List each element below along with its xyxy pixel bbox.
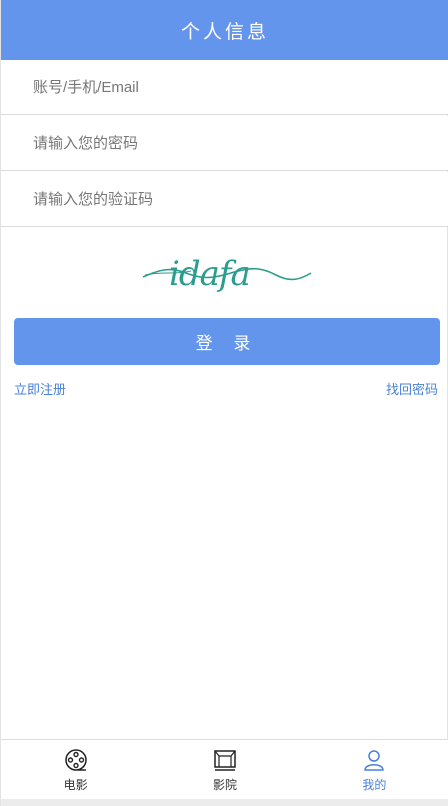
- tab-mine-label: 我的: [362, 778, 387, 792]
- tab-cinemas[interactable]: 影院: [150, 740, 299, 799]
- account-field-row: [1, 60, 448, 115]
- register-link[interactable]: 立即注册: [14, 379, 66, 398]
- password-field-row: [1, 116, 448, 171]
- tab-movies[interactable]: 电影: [1, 740, 150, 799]
- password-input[interactable]: [1, 116, 448, 170]
- account-input[interactable]: [1, 60, 448, 114]
- app-frame: 个人信息 idafa 登 录 立即注册 找回密码 电影: [0, 0, 448, 806]
- user-icon: [364, 750, 385, 771]
- tab-movies-label: 电影: [63, 778, 88, 792]
- verification-code-input[interactable]: [1, 172, 448, 226]
- code-field-row: [1, 172, 448, 227]
- page-title: 个人信息: [180, 21, 269, 43]
- captcha-image[interactable]: idafa: [141, 245, 313, 297]
- page-header: 个人信息: [1, 0, 448, 60]
- tab-mine[interactable]: 我的: [300, 740, 448, 799]
- film-reel-icon: [64, 749, 87, 771]
- login-button-label: 登 录: [195, 334, 259, 353]
- captcha-text: idafa: [169, 254, 250, 294]
- tab-cinemas-label: 影院: [212, 778, 237, 792]
- bottom-strip: [1, 799, 448, 806]
- bottom-tab-bar: 电影 影院 我的: [1, 739, 448, 799]
- cinema-screen-icon: [214, 750, 236, 771]
- forgot-password-link[interactable]: 找回密码: [386, 379, 438, 398]
- login-button[interactable]: 登 录: [14, 318, 440, 365]
